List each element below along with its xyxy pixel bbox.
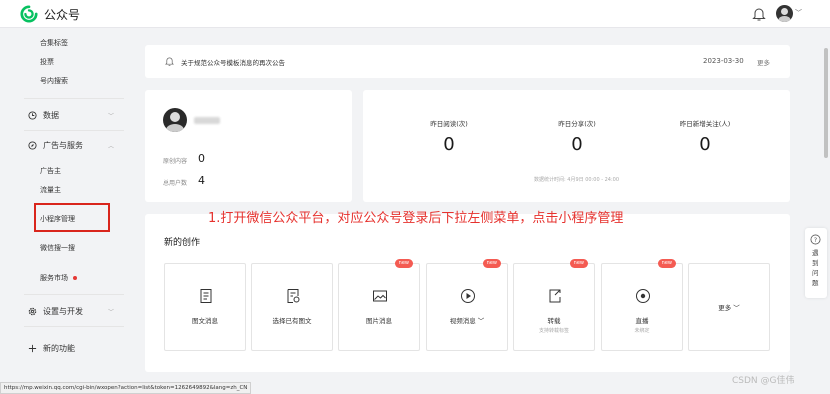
divider — [24, 130, 124, 131]
chevron-down-icon: ﹀ — [108, 309, 115, 316]
stats-footer: 数据统计时间: 4月9日 00:00 - 24:00 — [533, 177, 620, 183]
tile-label: 转载 — [547, 317, 561, 325]
section-title: 新的创作 — [164, 238, 201, 248]
clock-icon — [28, 111, 37, 120]
browser-status-url: https://mp.weixin.qq.com/cgi-bin/wxopen?… — [0, 382, 252, 394]
notification-bell-icon — [165, 57, 174, 66]
annotation-highlight-box — [34, 203, 110, 232]
sidebar-group-label: 广告与服务 — [43, 141, 83, 150]
gear-icon — [28, 307, 37, 316]
sidebar-item-wechat-search[interactable]: 微信搜一搜 — [40, 243, 75, 253]
new-badge: new — [657, 259, 676, 268]
sidebar-item-traffic-owner[interactable]: 流量主 — [40, 185, 61, 195]
tile-more[interactable]: 更多 ﹀ — [688, 263, 770, 351]
tile-article[interactable]: 图文消息 — [164, 263, 246, 351]
tile-label: 更多 ﹀ — [718, 304, 740, 312]
tile-label: 选择已有图文 — [272, 317, 312, 325]
question-icon: ? — [810, 234, 821, 245]
account-name-blurred — [194, 117, 220, 124]
original-content-value: 0 — [198, 152, 205, 165]
stat-value: 0 — [443, 134, 455, 155]
app-title: 公众号 — [44, 7, 81, 22]
help-widget-label: 遇到问题 — [812, 249, 819, 287]
tile-sublabel: 支持转载标签 — [538, 328, 569, 334]
original-content-label: 原创内容 — [163, 158, 188, 165]
sidebar-group-settings[interactable]: 设置与开发 ﹀ — [28, 306, 114, 317]
account-avatar[interactable] — [163, 108, 187, 132]
announcement-bar: 关于规范公众号模板消息的再次公告 2023-03-30 更多 — [145, 45, 790, 78]
notification-bell-icon[interactable] — [752, 6, 766, 22]
sidebar: 合集标签 投票 号内搜索 数据 ﹀ 广告与服务 ︿ 广告主 流量主 小程序管理 … — [20, 28, 124, 368]
tile-image[interactable]: new 图片消息 — [338, 259, 420, 351]
new-creation-card: 新的创作 图文消息 选择已有图文 new 图片消息 new 视频消息 ﹀ new… — [145, 214, 790, 372]
document-icon — [200, 289, 212, 303]
account-profile-card: 原创内容 0 总用户数 4 — [145, 90, 352, 202]
sidebar-group-label: 数据 — [43, 111, 59, 120]
sidebar-item-label: 服务市场 — [40, 274, 68, 282]
top-bar: 公众号 ﹀ — [0, 0, 830, 28]
sidebar-group-label: 设置与开发 — [43, 307, 83, 316]
live-icon — [636, 289, 650, 303]
announcement-text[interactable]: 关于规范公众号模板消息的再次公告 — [181, 57, 285, 67]
user-avatar[interactable] — [776, 5, 793, 22]
tile-repost[interactable]: new 转载 支持转载标签 — [513, 259, 595, 351]
tile-video[interactable]: new 视频消息 ﹀ — [426, 259, 508, 351]
stat-label: 昨日分享(次) — [558, 120, 596, 128]
chevron-down-icon: ﹀ — [108, 113, 115, 120]
sidebar-item-label: 新的功能 — [43, 344, 75, 353]
sidebar-item-in-account-search[interactable]: 号内搜索 — [40, 76, 68, 86]
divider — [24, 98, 124, 99]
scrollbar-thumb[interactable] — [824, 48, 828, 158]
image-icon — [373, 290, 387, 302]
new-badge: new — [569, 259, 588, 268]
new-badge: new — [394, 259, 413, 268]
total-users-label: 总用户数 — [163, 180, 188, 187]
divider — [24, 294, 124, 295]
sidebar-group-data[interactable]: 数据 ﹀ — [28, 110, 114, 121]
chevron-down-icon[interactable]: ﹀ — [795, 8, 802, 18]
svg-text:?: ? — [814, 236, 817, 244]
stat-value: 0 — [699, 134, 711, 155]
tile-live[interactable]: new 直播 未绑定 — [601, 259, 683, 351]
tile-label: 图文消息 — [192, 317, 218, 325]
tile-existing-article[interactable]: 选择已有图文 — [251, 263, 333, 351]
total-users-value: 4 — [198, 174, 205, 187]
tile-label: 视频消息 ﹀ — [449, 317, 485, 325]
sidebar-item-service-market[interactable]: 服务市场 — [40, 273, 77, 283]
divider — [24, 326, 124, 327]
sidebar-item-vote[interactable]: 投票 — [40, 57, 54, 67]
sidebar-group-ads[interactable]: 广告与服务 ︿ — [28, 140, 114, 151]
document-select-icon — [287, 289, 300, 303]
announcement-more-link[interactable]: 更多 — [757, 57, 770, 67]
stat-label: 昨日新增关注(人) — [679, 120, 731, 128]
play-icon — [461, 289, 475, 303]
stat-label: 昨日阅读(次) — [430, 120, 468, 128]
stat-reads: 昨日阅读(次) 0 — [394, 118, 504, 155]
compass-icon — [28, 141, 37, 150]
chevron-up-icon: ︿ — [108, 143, 115, 150]
stats-card: 昨日阅读(次) 0 昨日分享(次) 0 昨日新增关注(人) 0 数据统计时间: … — [363, 90, 790, 202]
sidebar-new-feature[interactable]: 新的功能 — [28, 343, 75, 354]
wechat-official-logo-icon — [20, 5, 38, 23]
tile-sublabel: 未绑定 — [634, 328, 650, 334]
logo[interactable]: 公众号 — [20, 5, 80, 23]
tile-label: 图片消息 — [366, 317, 392, 325]
tile-label: 直播 — [635, 317, 649, 325]
tutorial-annotation: 1.打开微信公众平台，对应公众号登录后下拉左侧菜单，点击小程序管理 — [208, 211, 624, 226]
repost-icon — [549, 289, 561, 303]
page-scrollbar[interactable] — [824, 28, 828, 368]
stat-value: 0 — [571, 134, 583, 155]
stat-new-followers: 昨日新增关注(人) 0 — [650, 118, 760, 155]
announcement-date: 2023-03-30 — [703, 57, 744, 65]
red-dot-badge — [73, 276, 77, 280]
new-badge: new — [482, 259, 501, 268]
sidebar-item-collection-tags[interactable]: 合集标签 — [40, 38, 68, 48]
sidebar-item-advertiser[interactable]: 广告主 — [40, 166, 61, 176]
plus-icon — [28, 344, 37, 353]
watermark: CSDN @G佳伟 — [732, 376, 795, 386]
stat-shares: 昨日分享(次) 0 — [522, 118, 632, 155]
